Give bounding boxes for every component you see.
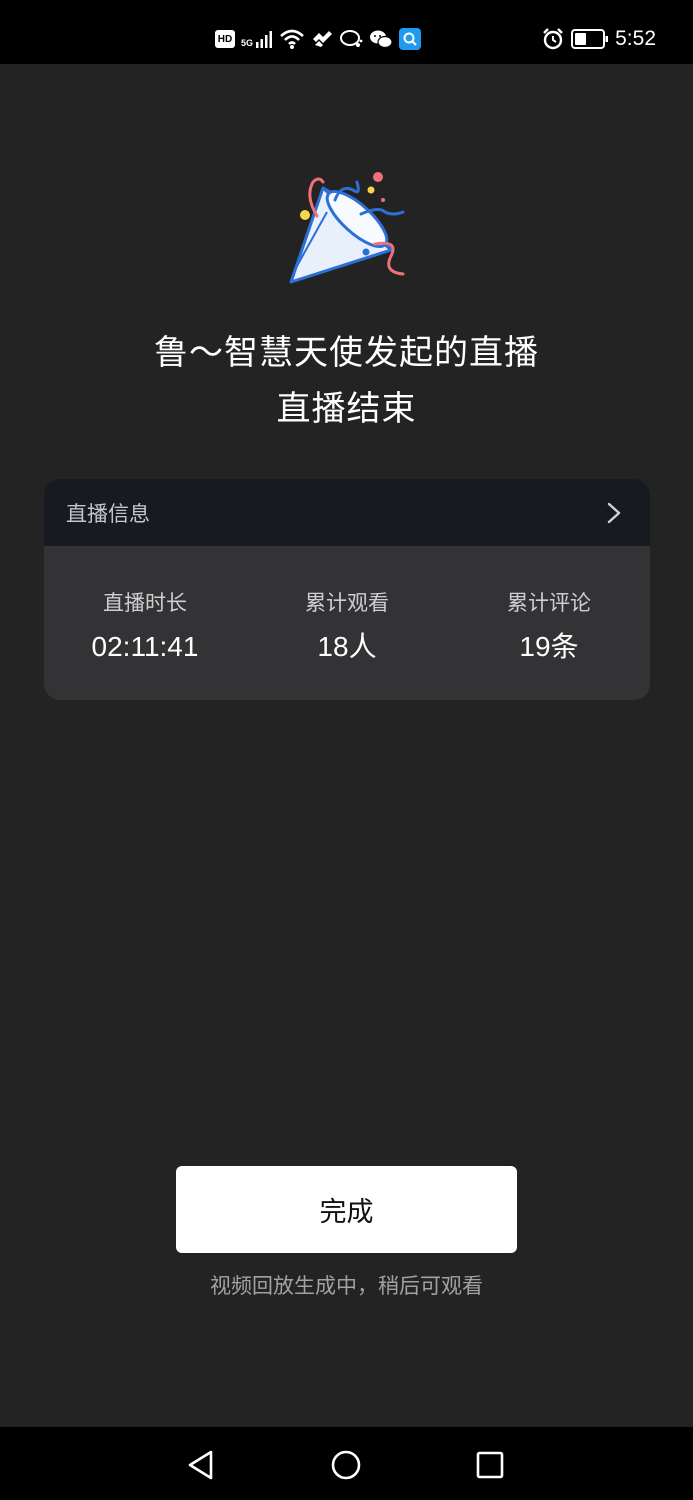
stat-value: 19条 (519, 631, 579, 662)
battery-icon (571, 29, 609, 49)
home-circle-icon[interactable] (326, 1445, 366, 1485)
stat-value: 18人 (317, 631, 377, 662)
wechat-icon (370, 30, 393, 49)
navigation-bar (0, 1427, 693, 1500)
stat-label: 直播时长 (103, 591, 187, 615)
search-app-icon (399, 28, 422, 50)
done-button[interactable]: 完成 (176, 1166, 517, 1253)
live-info-title: 直播信息 (66, 501, 150, 526)
stat-views: 累计观看 18人 (246, 588, 448, 664)
live-title: 鲁～智慧天使发起的直播 (154, 333, 539, 373)
status-icons-right: 5:52 (541, 26, 656, 52)
stat-duration: 直播时长 02:11:41 (44, 588, 246, 664)
stat-comments: 累计评论 19条 (448, 588, 650, 664)
live-stats: 直播时长 02:11:41 累计观看 18人 累计评论 19条 (44, 546, 650, 664)
stat-label: 累计观看 (305, 591, 389, 615)
status-bar: HD 5G 5:52 (0, 0, 693, 64)
network-type: 5G (241, 38, 254, 48)
live-ended-heading: 直播结束 (276, 389, 417, 429)
status-time: 5:52 (615, 27, 656, 50)
live-info-header[interactable]: 直播信息 (44, 479, 650, 546)
chevron-right-icon[interactable] (606, 502, 622, 524)
signal-group: 5G (241, 30, 273, 48)
recents-square-icon[interactable] (470, 1445, 510, 1485)
signal-icon (256, 31, 273, 48)
stat-label: 累计评论 (507, 591, 591, 615)
wifi-icon (280, 29, 304, 49)
live-info-card: 直播信息 直播时长 02:11:41 累计观看 18人 累计评论 19条 (44, 479, 650, 700)
stat-value: 02:11:41 (91, 631, 199, 662)
replay-hint: 视频回放生成中，稍后可观看 (210, 1274, 483, 1298)
hd-badge: HD (215, 30, 235, 48)
status-icons-left: HD 5G (215, 27, 422, 51)
party-popper-icon (289, 172, 405, 284)
chat-bubble-icon (340, 30, 363, 47)
alarm-icon (543, 28, 563, 50)
back-triangle-icon[interactable] (181, 1445, 221, 1485)
app-notification-icon (313, 31, 333, 47)
